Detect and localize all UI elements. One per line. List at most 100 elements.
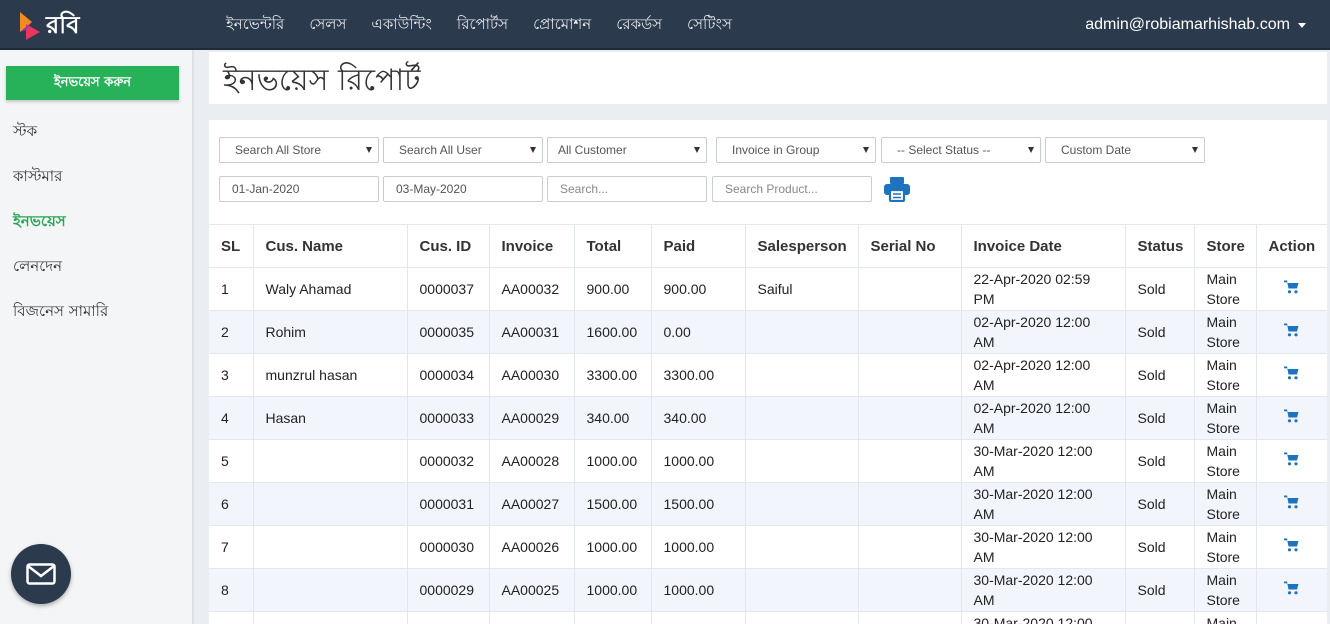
mail-button[interactable] (11, 544, 71, 604)
cell-invoice: AA00026 (489, 525, 575, 569)
cart-icon[interactable] (1283, 365, 1299, 385)
cell-sl: 1 (209, 267, 254, 311)
report-panel: Search All Store Search All User All Cus… (209, 120, 1327, 624)
col-total-header[interactable]: Total (574, 224, 652, 268)
cell-serial-no (858, 568, 962, 612)
cell-serial-no (858, 525, 962, 569)
brand[interactable]: রবি (18, 10, 79, 40)
col-salesperson-header[interactable]: Salesperson (745, 224, 859, 268)
cart-icon[interactable] (1283, 580, 1299, 600)
cart-icon[interactable] (1283, 279, 1299, 299)
cell-action (1256, 267, 1327, 311)
cell-invoice: AA00027 (489, 482, 575, 526)
status-select-value: -- Select Status -- (897, 143, 991, 157)
col-action-header[interactable]: Action (1256, 224, 1327, 268)
nav-reports[interactable]: রিপোর্টস (457, 13, 508, 38)
cart-icon[interactable] (1283, 451, 1299, 471)
cell-customer-name (253, 568, 408, 612)
col-sl-header[interactable]: SL (209, 224, 254, 268)
cell-action (1256, 396, 1327, 440)
customer-select-value: All Customer (558, 143, 627, 157)
cell-paid: 1000.00 (651, 439, 746, 483)
col-serial-no-header[interactable]: Serial No (858, 224, 962, 268)
sidebar-item-transactions[interactable]: লেনদেন (13, 255, 108, 300)
table-row[interactable]: 3 munzrul hasan 0000034 AA00030 3300.00 3300.… (209, 353, 1327, 397)
cell-store: Main Store (1194, 353, 1257, 397)
table-row[interactable]: 90000028AA00024500.00500.0030-Mar-2020 1… (209, 611, 1327, 624)
cell-status: Sold (1125, 439, 1195, 483)
cell-salesperson (745, 353, 859, 397)
brand-name: রবি (46, 11, 80, 39)
print-button[interactable] (883, 176, 911, 203)
from-date-input[interactable]: 01-Jan-2020 (219, 176, 379, 202)
cart-icon[interactable] (1283, 537, 1299, 557)
table-row[interactable]: 4 Hasan 0000033 AA00029 340.00 340.00 02-Apr-2… (209, 396, 1327, 440)
cell-customer-name: Hasan (253, 396, 408, 440)
search-product-input[interactable]: Search Product... (712, 176, 872, 202)
group-select[interactable]: Invoice in Group (716, 137, 876, 163)
table-row[interactable]: 6 0000031 AA00027 1500.00 1500.00 30-Mar-2020… (209, 482, 1327, 526)
cart-icon[interactable] (1283, 322, 1299, 342)
cell-paid: 500.00 (651, 611, 746, 624)
search-input[interactable]: Search... (547, 176, 707, 202)
cell-invoice: AA00029 (489, 396, 575, 440)
sidebar-item-invoice[interactable]: ইনভয়েস (13, 210, 108, 255)
cell-customer-id: 0000037 (407, 267, 490, 311)
cell-customer-name: Rohim (253, 310, 408, 354)
table-row[interactable]: 8 0000029 AA00025 1000.00 1000.00 30-Mar-2020… (209, 568, 1327, 612)
sidebar-item-stock[interactable]: স্টক (13, 120, 108, 165)
cell-sl: 8 (209, 568, 254, 612)
title-panel: ইনভয়েস রিপোর্ট (209, 52, 1327, 104)
to-date-input[interactable]: 03-May-2020 (383, 176, 543, 202)
cart-icon[interactable] (1283, 494, 1299, 514)
col-customer-name-header[interactable]: Cus. Name (253, 224, 408, 268)
cell-serial-no (858, 310, 962, 354)
nav-accounting[interactable]: একাউন্টিং (371, 13, 432, 38)
col-status-header[interactable]: Status (1125, 224, 1195, 268)
nav-sales[interactable]: সেলস (309, 13, 346, 38)
cart-icon[interactable] (1283, 408, 1299, 428)
invoice-table: SL Cus. Name Cus. ID Invoice Total Paid Salesp… (209, 224, 1327, 624)
dropdown-arrow-icon (863, 147, 869, 153)
cell-invoice-date: 30-Mar-2020 12:00 AM (961, 611, 1126, 624)
table-row[interactable]: 7 0000030 AA00026 1000.00 1000.00 30-Mar-2020… (209, 525, 1327, 569)
store-select[interactable]: Search All Store (219, 137, 379, 163)
cell-store: Main Store (1194, 482, 1257, 526)
cell-action (1256, 439, 1327, 483)
nav-promotion[interactable]: প্রোমোশন (533, 13, 591, 38)
cell-store: Main Store (1194, 525, 1257, 569)
col-paid-header[interactable]: Paid (651, 224, 746, 268)
cell-total: 500.00 (574, 611, 652, 624)
table-row[interactable]: 1 Waly Ahamad 0000037 AA00032 900.00 900.00 Sa… (209, 267, 1327, 311)
col-store-header[interactable]: Store (1194, 224, 1257, 268)
col-customer-id-header[interactable]: Cus. ID (407, 224, 490, 268)
cell-sl: 3 (209, 353, 254, 397)
customer-select[interactable]: All Customer (547, 137, 707, 163)
status-select[interactable]: -- Select Status -- (881, 137, 1041, 163)
caret-down-icon (1298, 22, 1306, 28)
sidebar-item-business-summary[interactable]: বিজনেস সামারি (13, 300, 108, 345)
sidebar: ইনভয়েস করুন স্টক কাস্টমার ইনভয়েস লেনদে… (0, 50, 194, 624)
cell-sl: 9 (209, 611, 254, 624)
cell-invoice-date: 02-Apr-2020 12:00 AM (961, 310, 1126, 354)
cell-serial-no (858, 353, 962, 397)
table-row[interactable]: 2 Rohim 0000035 AA00031 1600.00 0.00 02-Apr-20… (209, 310, 1327, 354)
cell-total: 340.00 (574, 396, 652, 440)
nav-settings[interactable]: সেটিংস (687, 13, 732, 38)
create-invoice-button[interactable]: ইনভয়েস করুন (6, 66, 179, 100)
user-select[interactable]: Search All User (383, 137, 543, 163)
dropdown-arrow-icon (530, 147, 536, 153)
cell-serial-no (858, 267, 962, 311)
col-invoice-date-header[interactable]: Invoice Date (961, 224, 1126, 268)
cell-status: Sold (1125, 525, 1195, 569)
cell-invoice: AA00028 (489, 439, 575, 483)
table-row[interactable]: 5 0000032 AA00028 1000.00 1000.00 30-Mar-2020… (209, 439, 1327, 483)
sidebar-menu: স্টক কাস্টমার ইনভয়েস লেনদেন বিজনেস সামা… (13, 120, 108, 345)
cell-action (1256, 525, 1327, 569)
date-range-select[interactable]: Custom Date (1045, 137, 1205, 163)
sidebar-item-customer[interactable]: কাস্টমার (13, 165, 108, 210)
nav-records[interactable]: রেকর্ডস (616, 13, 662, 38)
col-invoice-header[interactable]: Invoice (489, 224, 575, 268)
nav-inventory[interactable]: ইনভেন্টরি (226, 13, 284, 38)
user-menu[interactable]: admin@robiamarhishab.com (1085, 0, 1306, 50)
